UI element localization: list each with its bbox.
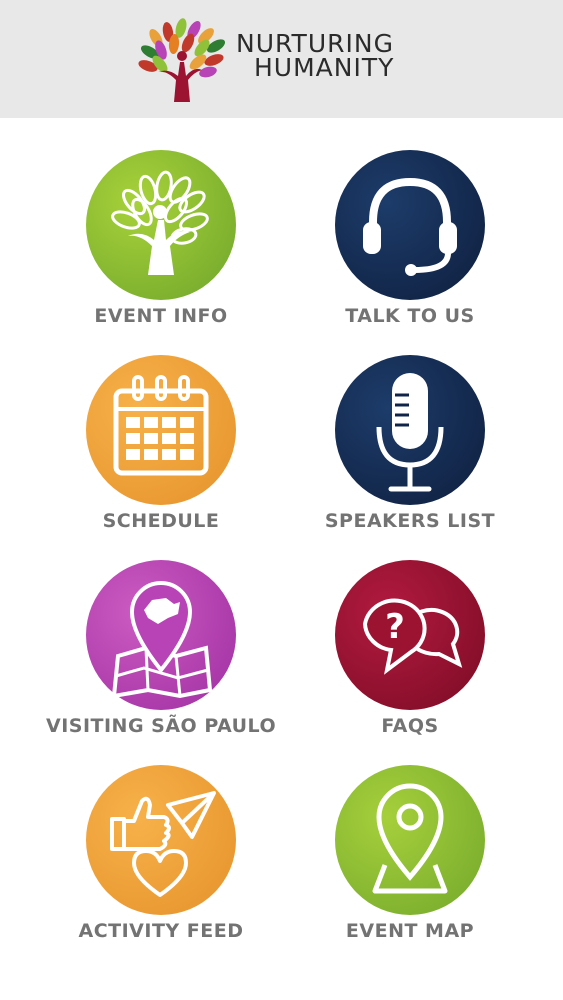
- tile-event-map[interactable]: EVENT MAP: [295, 765, 525, 965]
- brand-name: NURTURING HUMANITY: [236, 31, 395, 82]
- svg-text:?: ?: [385, 607, 405, 647]
- tile-activity-feed[interactable]: ACTIVITY FEED: [46, 765, 276, 965]
- tree-icon: [86, 150, 236, 300]
- app-header: NURTURING HUMANITY: [0, 0, 563, 118]
- tile-speakers-list[interactable]: SPEAKERS LIST: [295, 355, 525, 555]
- tile-event-info[interactable]: EVENT INFO: [46, 150, 276, 350]
- microphone-icon: [335, 355, 485, 505]
- tile-faqs[interactable]: ? FAQS: [295, 560, 525, 760]
- tile-label: VISITING SÃO PAULO: [46, 715, 277, 737]
- tile-label: FAQS: [381, 715, 439, 737]
- tree-logo-icon: [138, 18, 226, 102]
- tile-label: EVENT MAP: [345, 920, 475, 942]
- headset-icon: [335, 150, 485, 300]
- calendar-icon: [86, 355, 236, 505]
- location-pin-icon: [335, 765, 485, 915]
- tile-label: ACTIVITY FEED: [78, 920, 244, 942]
- like-send-heart-icon: [86, 765, 236, 915]
- map-pin-icon: [86, 560, 236, 710]
- chat-question-icon: ?: [335, 560, 485, 710]
- tile-label: EVENT INFO: [94, 305, 228, 327]
- tile-label: SPEAKERS LIST: [324, 510, 496, 532]
- brand-line-2: HUMANITY: [254, 53, 395, 82]
- tile-label: SCHEDULE: [102, 510, 220, 532]
- tile-talk-to-us[interactable]: TALK TO US: [295, 150, 525, 350]
- tile-label: TALK TO US: [345, 305, 475, 327]
- tile-schedule[interactable]: SCHEDULE: [46, 355, 276, 555]
- brand-logo: NURTURING HUMANITY: [136, 18, 436, 102]
- tile-visiting-sao-paulo[interactable]: VISITING SÃO PAULO: [46, 560, 276, 760]
